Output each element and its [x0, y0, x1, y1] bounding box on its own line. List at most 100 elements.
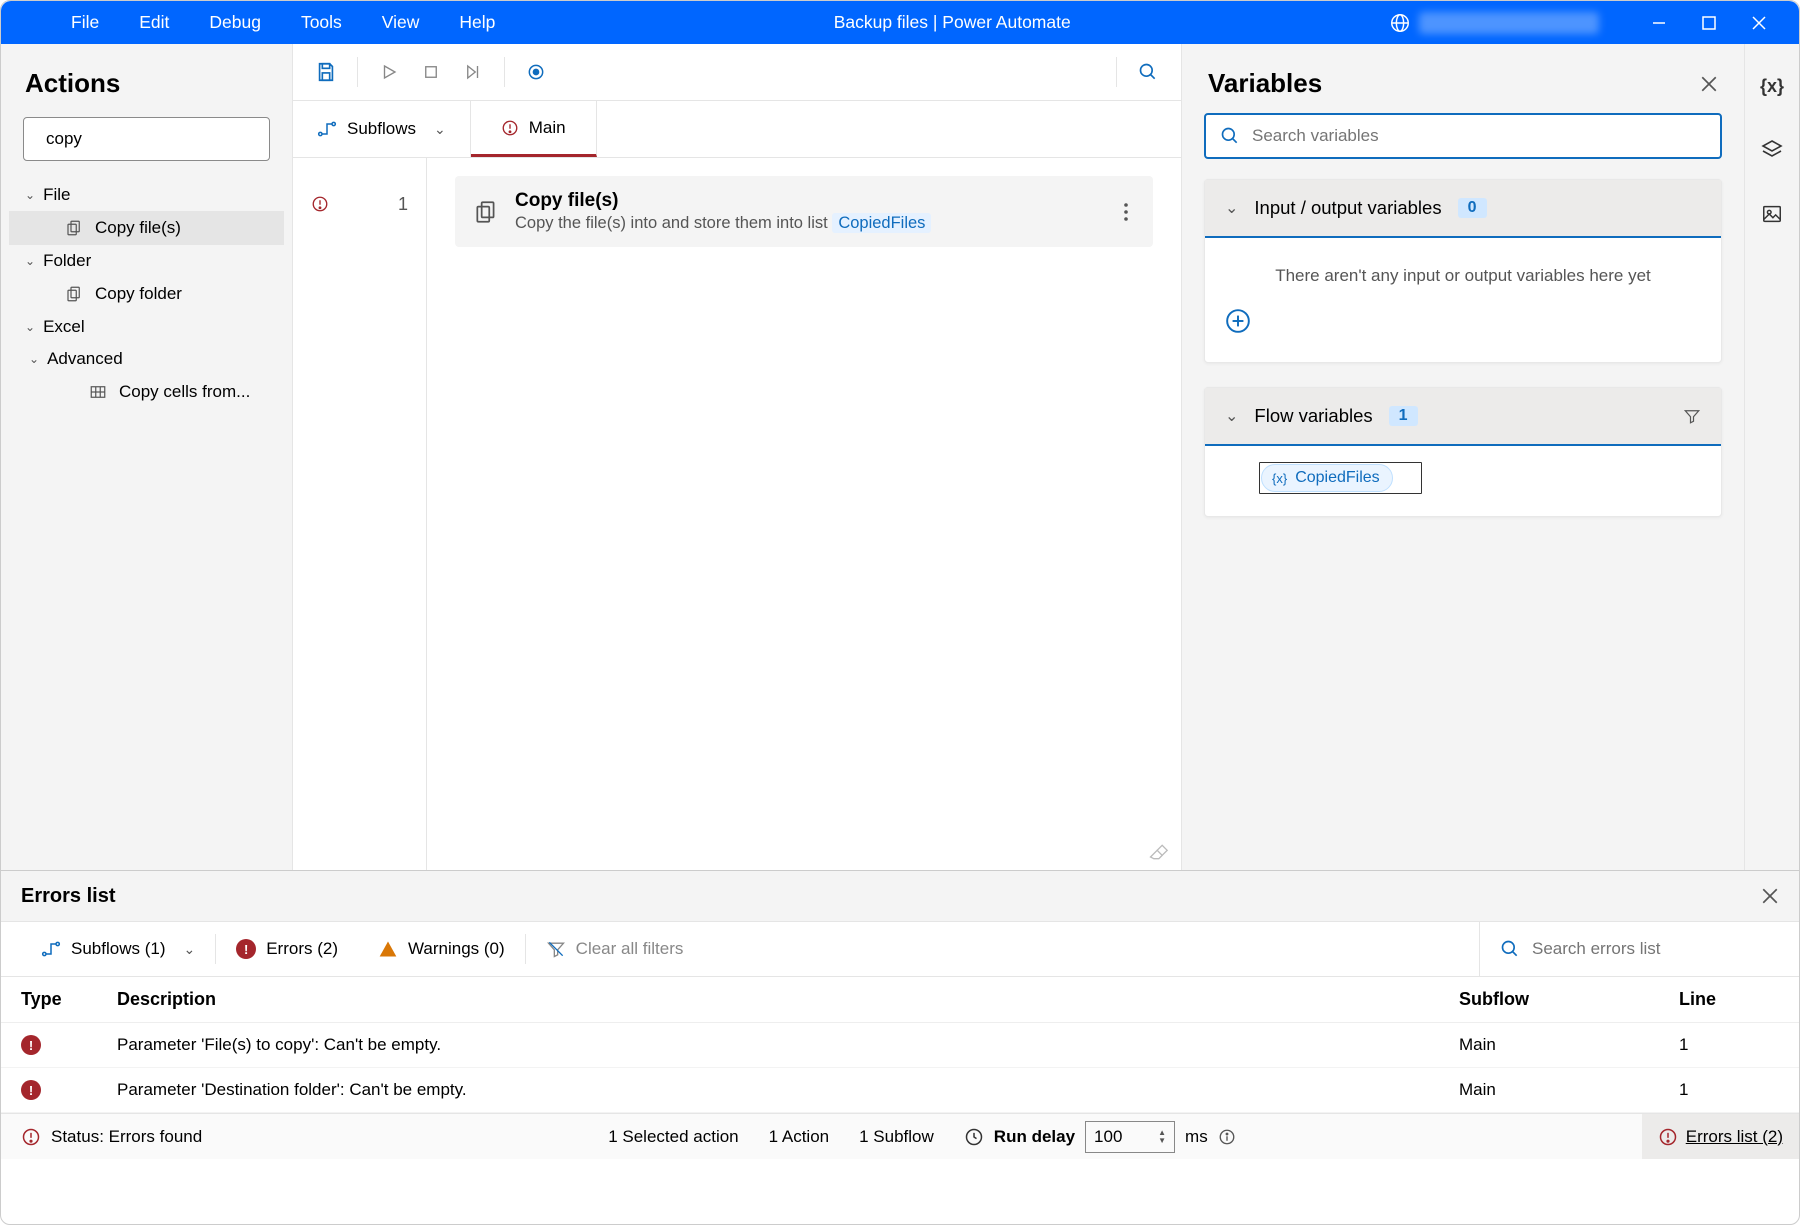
subflow-icon — [317, 120, 337, 138]
copy-icon — [65, 219, 83, 237]
action-copy-cells[interactable]: Copy cells from... — [9, 375, 284, 409]
card-description: Copy the file(s) into and store them int… — [515, 214, 1101, 233]
errors-filter[interactable]: ! Errors (2) — [216, 939, 358, 959]
col-line: Line — [1679, 989, 1779, 1010]
close-icon[interactable] — [1761, 887, 1779, 905]
errors-heading: Errors list — [21, 885, 1761, 908]
right-rail: {x} — [1744, 44, 1799, 870]
add-variable-button[interactable] — [1225, 308, 1701, 334]
error-row[interactable]: ! Parameter 'Destination folder': Can't … — [1, 1068, 1799, 1113]
errors-list-link[interactable]: Errors list (2) — [1642, 1114, 1799, 1159]
save-button[interactable] — [307, 53, 345, 91]
io-variables-section: ⌄ Input / output variables 0 There aren'… — [1204, 179, 1722, 363]
maximize-button[interactable] — [1699, 13, 1719, 33]
action-copy-files[interactable]: Copy file(s) — [9, 211, 284, 245]
menu-debug[interactable]: Debug — [189, 12, 281, 33]
error-row[interactable]: ! Parameter 'File(s) to copy': Can't be … — [1, 1023, 1799, 1068]
errors-subflows-filter[interactable]: Subflows (1) ⌄ — [21, 939, 215, 959]
run-delay-input[interactable]: 100 ▲▼ — [1085, 1121, 1175, 1153]
card-title: Copy file(s) — [515, 190, 1101, 212]
errors-search[interactable] — [1479, 922, 1779, 976]
variable-pill[interactable]: {x} CopiedFiles — [1261, 464, 1393, 492]
subflows-dropdown[interactable]: Subflows ⌄ — [293, 101, 471, 157]
minimize-button[interactable] — [1649, 13, 1669, 33]
count-badge: 0 — [1458, 198, 1487, 218]
actions-search-input[interactable] — [46, 129, 267, 149]
copy-icon — [65, 285, 83, 303]
rail-layers-button[interactable] — [1754, 132, 1790, 168]
search-icon — [1500, 939, 1520, 959]
variables-search-input[interactable] — [1252, 126, 1706, 146]
actions-tree: ⌄File Copy file(s) ⌄Folder Copy folder ⌄… — [1, 179, 292, 409]
status-bar: Status: Errors found 1 Selected action 1… — [1, 1113, 1799, 1159]
error-icon — [311, 195, 329, 213]
menu-tools[interactable]: Tools — [281, 12, 362, 33]
error-icon: ! — [21, 1080, 41, 1100]
window-title: Backup files | Power Automate — [515, 12, 1389, 33]
rail-images-button[interactable] — [1754, 196, 1790, 232]
variable-icon: {x} — [1272, 471, 1287, 486]
filter-icon[interactable] — [1683, 407, 1701, 425]
copy-icon — [473, 199, 499, 225]
stop-button[interactable] — [412, 53, 450, 91]
menu-help[interactable]: Help — [439, 12, 515, 33]
tree-group-advanced[interactable]: ⌄Advanced — [9, 343, 284, 375]
clock-icon — [964, 1127, 984, 1147]
eraser-icon[interactable] — [1147, 842, 1169, 862]
menu-view[interactable]: View — [362, 12, 440, 33]
error-icon — [501, 119, 519, 137]
status-text: Status: Errors found — [51, 1127, 202, 1147]
chevron-down-icon: ⌄ — [25, 188, 35, 202]
errors-panel: Errors list Subflows (1) ⌄ ! Errors (2) … — [1, 870, 1799, 1113]
variables-heading: Variables — [1208, 68, 1700, 99]
designer-area: Subflows ⌄ Main 1 Copy file(s) — [293, 44, 1181, 870]
status-subflows-count: 1 Subflow — [859, 1127, 934, 1147]
chevron-down-icon[interactable]: ⌄ — [1225, 406, 1238, 426]
run-delay-control: Run delay 100 ▲▼ ms — [964, 1121, 1236, 1153]
action-copy-folder[interactable]: Copy folder — [9, 277, 284, 311]
status-selected-actions: 1 Selected action — [608, 1127, 738, 1147]
spinner-arrows[interactable]: ▲▼ — [1158, 1129, 1166, 1145]
clear-filters-button[interactable]: Clear all filters — [526, 939, 704, 959]
tab-main[interactable]: Main — [471, 101, 597, 157]
close-button[interactable] — [1749, 13, 1769, 33]
menu-file[interactable]: File — [51, 12, 119, 33]
search-flow-button[interactable] — [1129, 53, 1167, 91]
col-subflow: Subflow — [1459, 989, 1679, 1010]
close-icon[interactable] — [1700, 75, 1718, 93]
globe-icon — [1389, 12, 1411, 34]
run-button[interactable] — [370, 53, 408, 91]
actions-search[interactable] — [23, 117, 270, 161]
menu-edit[interactable]: Edit — [119, 12, 189, 33]
filter-clear-icon — [546, 939, 566, 959]
line-number: 1 — [398, 194, 408, 215]
subflow-icon — [41, 940, 61, 958]
error-icon: ! — [21, 1035, 41, 1055]
rail-variables-button[interactable]: {x} — [1754, 68, 1790, 104]
plus-circle-icon — [1225, 308, 1251, 334]
actions-panel: Actions ⌄File Copy file(s) ⌄Folder Copy … — [1, 44, 293, 870]
error-icon: ! — [236, 939, 256, 959]
error-icon — [1658, 1127, 1678, 1147]
section-title: Flow variables — [1254, 405, 1372, 427]
info-icon[interactable] — [1218, 1128, 1236, 1146]
flow-canvas[interactable]: Copy file(s) Copy the file(s) into and s… — [427, 158, 1181, 870]
card-more-button[interactable] — [1117, 196, 1135, 228]
tree-group-excel[interactable]: ⌄Excel — [9, 311, 284, 343]
errors-search-input[interactable] — [1532, 939, 1759, 959]
environment-badge[interactable] — [1389, 12, 1599, 34]
tree-group-folder[interactable]: ⌄Folder — [9, 245, 284, 277]
action-card-copy-files[interactable]: Copy file(s) Copy the file(s) into and s… — [455, 176, 1153, 247]
record-button[interactable] — [517, 53, 555, 91]
variables-search[interactable] — [1204, 113, 1722, 159]
warnings-filter[interactable]: Warnings (0) — [358, 939, 525, 959]
tree-group-file[interactable]: ⌄File — [9, 179, 284, 211]
chevron-down-icon: ⌄ — [29, 352, 39, 366]
variable-chip[interactable]: CopiedFiles — [832, 213, 931, 233]
chevron-down-icon: ⌄ — [25, 320, 35, 334]
chevron-down-icon: ⌄ — [25, 254, 35, 268]
step-button[interactable] — [454, 53, 492, 91]
error-icon — [21, 1127, 41, 1147]
main-menu: File Edit Debug Tools View Help — [1, 12, 515, 33]
chevron-down-icon[interactable]: ⌄ — [1225, 198, 1238, 218]
